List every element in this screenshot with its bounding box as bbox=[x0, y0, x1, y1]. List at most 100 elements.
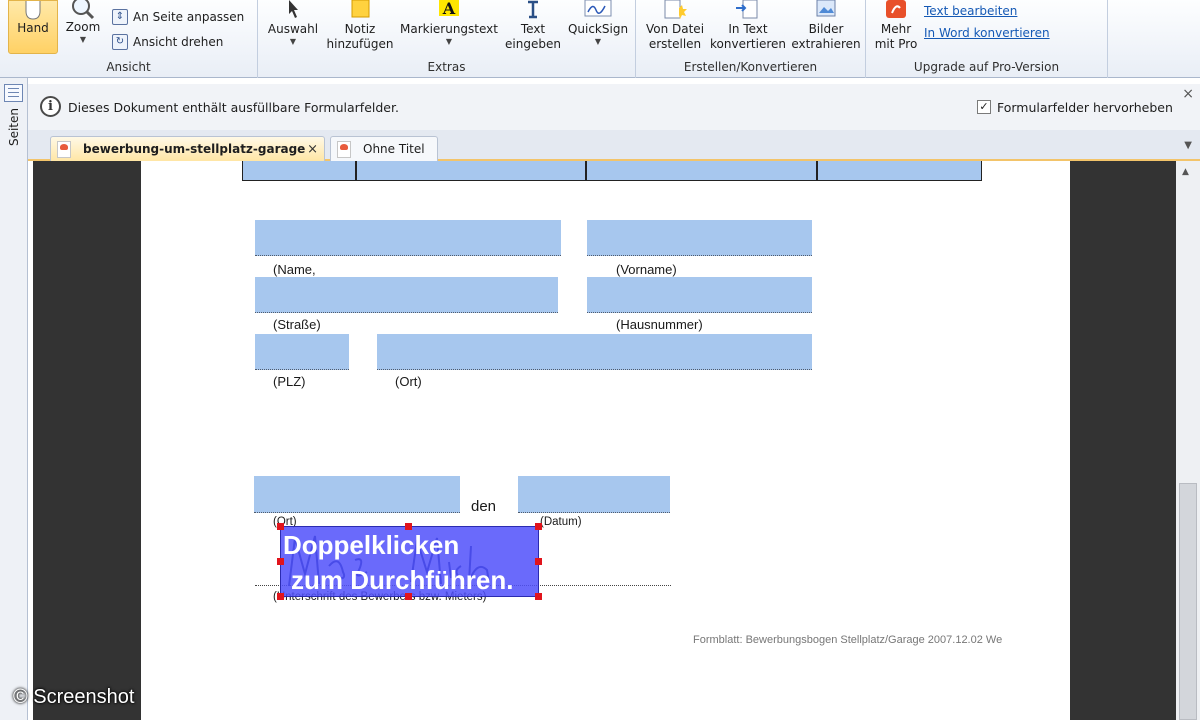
group-label-erstellen: Erstellen/Konvertieren bbox=[683, 60, 818, 74]
pdf-document-icon bbox=[337, 140, 351, 158]
close-icon[interactable]: × bbox=[1182, 86, 1194, 102]
rotate-view-button[interactable]: ↻ Ansicht drehen bbox=[112, 34, 223, 50]
note-icon bbox=[351, 0, 370, 18]
svg-text:A: A bbox=[442, 0, 456, 18]
document-view: (Name, (Vorname) (Straße) (Hausnummer) (… bbox=[33, 161, 1176, 720]
group-label-ansicht: Ansicht bbox=[106, 60, 151, 74]
scrollbar-thumb[interactable] bbox=[1179, 483, 1197, 720]
zoom-button[interactable]: Zoom ▼ bbox=[62, 0, 104, 44]
vorname-label: (Vorname) bbox=[616, 262, 677, 277]
signature-place-field[interactable] bbox=[254, 476, 460, 513]
edit-text-link[interactable]: Text bearbeiten bbox=[924, 4, 1017, 18]
chevron-down-icon: ▼ bbox=[445, 37, 453, 46]
tab-ohne-titel[interactable]: Ohne Titel bbox=[330, 136, 438, 161]
from-file-button[interactable]: Von Datei erstellen bbox=[640, 0, 710, 52]
highlight-fields-label[interactable]: Formularfelder hervorheben bbox=[997, 100, 1173, 115]
chevron-down-icon: ▼ bbox=[289, 37, 297, 46]
highlight-fields-checkbox[interactable]: ✓ bbox=[977, 100, 991, 114]
tab-bewerbung[interactable]: bewerbung-um-stellplatz-garage × bbox=[50, 136, 325, 161]
markup-text-button[interactable]: A Markierungstext ▼ bbox=[398, 0, 500, 46]
enter-text-label-1: Text bbox=[520, 22, 546, 36]
more-with-pro-label-2: mit Pro bbox=[874, 37, 918, 51]
table-cell[interactable] bbox=[356, 161, 586, 181]
datum-label: (Datum) bbox=[540, 516, 582, 528]
signature-field-overlay[interactable]: Doppelklicken zum Durchführen. bbox=[280, 526, 539, 597]
highlight-text-icon: A bbox=[439, 0, 459, 18]
fit-page-icon: ⇕ bbox=[112, 9, 128, 25]
group-upgrade: Mehr mit Pro Text bearbeiten In Word kon… bbox=[866, 0, 1108, 78]
rotate-view-label: Ansicht drehen bbox=[133, 35, 224, 49]
pages-panel-tab[interactable]: Seiten bbox=[7, 108, 21, 146]
group-label-upgrade: Upgrade auf Pro-Version bbox=[913, 60, 1060, 74]
signature-field-hint: Doppelklicken zum Durchführen. bbox=[283, 528, 513, 598]
text-cursor-icon bbox=[528, 0, 538, 19]
more-with-pro-button[interactable]: Mehr mit Pro bbox=[870, 0, 922, 52]
tab-label: bewerbung-um-stellplatz-garage bbox=[83, 142, 306, 156]
resize-handle-ne[interactable] bbox=[535, 523, 542, 530]
ribbon-toolbar: Hand Zoom ▼ ⇕ An Seite anpassen ↻ Ansich… bbox=[0, 0, 1200, 78]
side-panel: Seiten bbox=[0, 78, 28, 720]
table-cell[interactable] bbox=[817, 161, 982, 181]
table-cell[interactable] bbox=[586, 161, 817, 181]
signature-hint-line-1: Doppelklicken bbox=[283, 530, 460, 560]
resize-handle-nw[interactable] bbox=[277, 523, 284, 530]
resize-handle-w[interactable] bbox=[277, 558, 284, 565]
table-cell[interactable] bbox=[242, 161, 356, 181]
auswahl-button[interactable]: Auswahl ▼ bbox=[264, 0, 322, 46]
pages-panel-icon[interactable] bbox=[4, 84, 23, 102]
markup-text-label: Markierungstext bbox=[399, 22, 498, 36]
extract-images-button[interactable]: Bilder extrahieren bbox=[788, 0, 864, 52]
extract-images-label-1: Bilder bbox=[808, 22, 844, 36]
convert-to-word-link[interactable]: In Word konvertieren bbox=[924, 26, 1050, 40]
tab-list-dropdown-icon[interactable]: ▼ bbox=[1184, 140, 1192, 151]
pro-logo-icon bbox=[886, 0, 906, 18]
hand-icon bbox=[25, 1, 41, 20]
chevron-down-icon: ▼ bbox=[79, 35, 87, 44]
screenshot-watermark: © Screenshot bbox=[13, 686, 135, 708]
group-ansicht: Hand Zoom ▼ ⇕ An Seite anpassen ↻ Ansich… bbox=[0, 0, 258, 78]
plz-label: (PLZ) bbox=[273, 374, 306, 389]
add-note-button[interactable]: Notiz hinzufügen bbox=[322, 0, 398, 52]
convert-to-text-label-2: konvertieren bbox=[710, 37, 786, 51]
extract-images-label-2: extrahieren bbox=[791, 37, 861, 51]
signature-pen-icon bbox=[584, 0, 612, 17]
quicksign-button[interactable]: QuickSign ▼ bbox=[564, 0, 632, 46]
notification-message: Dieses Dokument enthält ausfüllbare Form… bbox=[68, 100, 399, 115]
hausnummer-label: (Hausnummer) bbox=[616, 317, 703, 332]
resize-handle-e[interactable] bbox=[535, 558, 542, 565]
resize-handle-sw[interactable] bbox=[277, 593, 284, 600]
group-extras: Auswahl ▼ Notiz hinzufügen A Markierungs… bbox=[258, 0, 636, 78]
zoom-label: Zoom bbox=[65, 20, 101, 34]
vertical-scrollbar[interactable]: ▲ bbox=[1176, 161, 1200, 720]
enter-text-label-2: eingeben bbox=[505, 37, 561, 51]
fit-page-label: An Seite anpassen bbox=[133, 10, 245, 24]
add-note-label-1: Notiz bbox=[344, 22, 376, 36]
tab-label: Ohne Titel bbox=[363, 142, 425, 156]
strasse-field[interactable] bbox=[255, 277, 558, 313]
fit-page-button[interactable]: ⇕ An Seite anpassen bbox=[112, 9, 244, 25]
resize-handle-n[interactable] bbox=[405, 523, 412, 530]
scroll-up-icon[interactable]: ▲ bbox=[1182, 167, 1189, 177]
hand-tool-button[interactable]: Hand bbox=[8, 0, 58, 54]
hand-tool-label: Hand bbox=[17, 21, 49, 35]
add-note-label-2: hinzufügen bbox=[326, 37, 394, 51]
enter-text-button[interactable]: Text eingeben bbox=[500, 0, 566, 52]
date-field[interactable] bbox=[518, 476, 670, 513]
plz-field[interactable] bbox=[255, 334, 349, 370]
resize-handle-s[interactable] bbox=[405, 593, 412, 600]
form-fields-notification-bar: i Dieses Dokument enthält ausfüllbare Fo… bbox=[28, 84, 1200, 130]
rotate-icon: ↻ bbox=[112, 34, 128, 50]
convert-to-text-button[interactable]: In Text konvertieren bbox=[708, 0, 788, 52]
close-tab-icon[interactable]: × bbox=[307, 142, 318, 157]
signature-hint-line-2: zum Durchführen. bbox=[291, 565, 514, 595]
ort-field[interactable] bbox=[377, 334, 812, 370]
name-field[interactable] bbox=[255, 220, 561, 256]
hausnummer-field[interactable] bbox=[587, 277, 812, 313]
vorname-field[interactable] bbox=[587, 220, 812, 256]
pdf-document-icon bbox=[57, 140, 71, 158]
den-label: den bbox=[471, 498, 497, 515]
resize-handle-se[interactable] bbox=[535, 593, 542, 600]
strasse-label: (Straße) bbox=[273, 317, 321, 332]
extract-images-icon bbox=[816, 0, 836, 17]
page-footer: Formblatt: Bewerbungsbogen Stellplatz/Ga… bbox=[693, 634, 1003, 646]
